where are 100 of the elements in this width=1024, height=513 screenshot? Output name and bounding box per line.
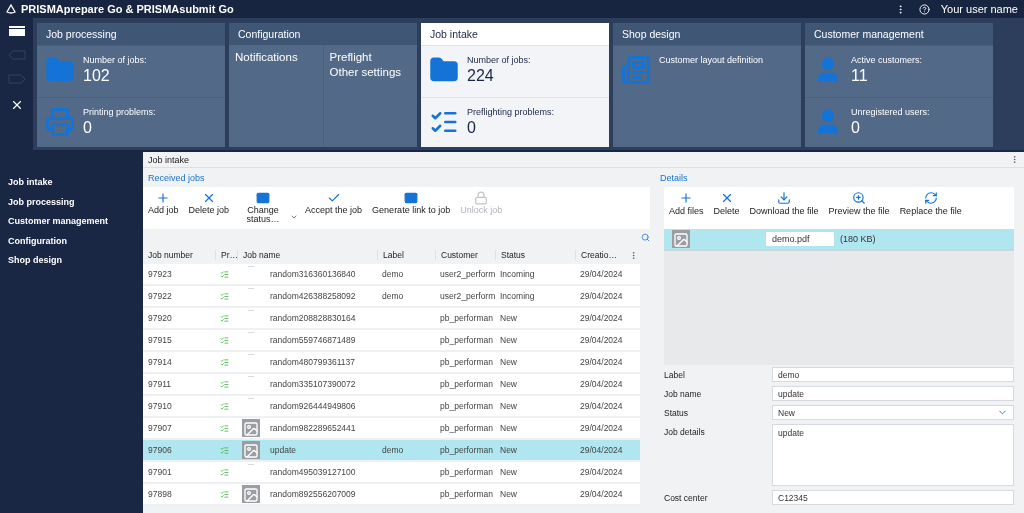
toolbar-button[interactable]: Delete job xyxy=(185,191,233,215)
job-row[interactable]: 97923 random316360136840 demo user2_perform Incoming 29/04/2024 xyxy=(143,264,640,286)
table-cell-text: pb_performan xyxy=(439,379,494,389)
toolbar-button[interactable]: Add files xyxy=(666,191,707,216)
newspaper-icon xyxy=(621,55,651,85)
nav-item[interactable]: Shop design xyxy=(0,254,143,268)
stat-label: Number of jobs: xyxy=(467,55,531,65)
tile-link[interactable]: Notifications xyxy=(235,51,317,63)
toolbar-button[interactable]: Generate link to job xyxy=(369,191,454,215)
table-cell: random892556207009 xyxy=(270,489,356,499)
file-row[interactable]: demo.pdf (180 KB) xyxy=(664,229,1014,251)
preflight-check-icon xyxy=(220,467,229,477)
empty-thumbnail-mark xyxy=(248,376,254,377)
toolbar-button[interactable]: Preview the file xyxy=(825,191,893,216)
job-row[interactable]: 97911 random335107390072 pb_performan New 29/04/2024 xyxy=(143,374,640,396)
empty-thumbnail-mark xyxy=(248,332,254,333)
table-cell-text: pb_performan xyxy=(439,445,494,455)
empty-thumbnail-mark xyxy=(248,288,254,289)
column-header[interactable]: Creatio… xyxy=(575,250,629,260)
table-cell-text: 97911 xyxy=(147,379,172,389)
job-row[interactable]: 97898 random892556207009 pb_performan New 29/04/2024 xyxy=(143,484,640,506)
tile-title: Job intake xyxy=(421,23,609,45)
table-cell: random982289652441 xyxy=(270,423,356,433)
dashboard-tile[interactable]: Shop design Customer layout definition xyxy=(613,23,801,147)
toolbar-button[interactable]: Add job xyxy=(145,191,182,215)
dashboard-tile[interactable]: Job intake Number of jobs: 224 Preflighting problems: 0 xyxy=(421,23,609,147)
table-cell-text: 29/04/2024 xyxy=(579,335,624,345)
preflight-check-icon xyxy=(220,379,229,389)
tile-link[interactable]: Preflight xyxy=(329,51,411,63)
stat-value: 224 xyxy=(467,67,495,85)
toolbar-button[interactable]: Delete xyxy=(710,191,743,216)
job-row[interactable]: 97910 random926444949806 pb_performan New 29/04/2024 xyxy=(143,396,640,418)
dashboard-tile[interactable]: Customer management Active customers: 11 Unregistered users: 0 xyxy=(805,23,993,147)
table-cell-text: 97922 xyxy=(147,291,173,301)
more-icon[interactable] xyxy=(629,250,638,260)
input-field[interactable]: update xyxy=(772,386,1014,401)
job-row[interactable]: 97907 random982289652441 pb_performan New 29/04/2024 xyxy=(143,418,640,440)
table-cell-text: New xyxy=(499,313,518,323)
toolbar-button[interactable]: Replace the file xyxy=(896,191,965,216)
dashboard-tile[interactable]: Job processing Number of jobs: 102 Printing problems: 0 xyxy=(37,23,225,147)
preflight-check-icon xyxy=(220,423,229,433)
select-field[interactable]: New xyxy=(772,405,1014,420)
table-cell-text: 29/04/2024 xyxy=(579,379,624,389)
search-icon[interactable] xyxy=(641,233,650,242)
download-icon xyxy=(777,191,792,205)
table-cell-text: demo xyxy=(381,291,405,301)
column-header[interactable]: Status xyxy=(495,250,575,260)
section-title: Details xyxy=(660,172,688,183)
input-field[interactable]: C12345 xyxy=(772,490,1014,505)
stat-label: Printing problems: xyxy=(83,106,156,117)
toolbar-button[interactable]: Accept the job xyxy=(302,191,366,215)
job-row[interactable]: 97901 random495039127100 pb_performan New 29/04/2024 xyxy=(143,462,640,484)
field-label: Status xyxy=(664,407,690,418)
table-cell: random208828830164 xyxy=(270,313,356,323)
column-header[interactable]: Job number xyxy=(143,250,215,260)
more-icon[interactable] xyxy=(1010,155,1019,164)
table-cell-text: New xyxy=(499,335,518,345)
tile-link[interactable]: Other settings xyxy=(329,66,411,78)
stat-label: Preflighting problems: xyxy=(467,106,555,117)
stat-label: Number of jobs: xyxy=(83,55,147,65)
column-header[interactable]: Pr… xyxy=(215,250,237,260)
nav-item[interactable]: Job processing xyxy=(0,195,143,209)
table-cell-text: New xyxy=(499,401,518,411)
column-header[interactable]: Job name xyxy=(237,250,377,260)
input-field[interactable]: demo xyxy=(772,367,1014,382)
table-cell-text: pb_performan xyxy=(439,335,494,345)
preflight-check-icon xyxy=(220,489,229,499)
tile-title: Shop design xyxy=(613,23,801,45)
text-area[interactable]: update xyxy=(772,424,1014,486)
column-header[interactable]: Customer xyxy=(435,250,495,260)
job-row[interactable]: 97922 random426388258092 demo user2_perform Incoming 29/04/2024 xyxy=(143,286,640,308)
user-name[interactable]: Your user name xyxy=(940,3,1018,15)
table-cell-text: Incoming xyxy=(499,269,536,279)
help-icon[interactable] xyxy=(918,3,930,15)
table-cell-text: 29/04/2024 xyxy=(579,313,624,323)
plus-icon xyxy=(679,191,694,205)
empty-thumbnail-mark xyxy=(248,266,254,267)
toolbar-button[interactable]: Download the file xyxy=(746,191,822,216)
stat-label: Active customers: xyxy=(851,55,923,65)
tiles-icon[interactable] xyxy=(8,26,25,36)
empty-thumbnail-mark xyxy=(248,310,254,311)
caret-icon[interactable] xyxy=(290,213,299,221)
dashboard-tile[interactable]: Configuration Notifications Preflight Other settings xyxy=(229,23,417,147)
job-row[interactable]: 97920 random208828830164 pb_performan New 29/04/2024 xyxy=(143,308,640,330)
table-cell-text: 29/04/2024 xyxy=(579,467,624,477)
section-title: Received jobs xyxy=(148,172,205,183)
nav-item[interactable]: Customer management xyxy=(0,215,143,229)
job-row[interactable]: 97915 random559746871489 pb_performan New 29/04/2024 xyxy=(143,330,640,352)
toolbar-button[interactable]: Change status… xyxy=(236,191,291,224)
job-row[interactable]: 97906 update demo pb_performan New 29/04/2024 xyxy=(143,440,640,462)
table-cell-text: 29/04/2024 xyxy=(579,357,624,367)
file-size: (180 KB) xyxy=(840,234,876,244)
job-row[interactable]: 97914 random480799361137 pb_performan New 29/04/2024 xyxy=(143,352,640,374)
table-cell-text: New xyxy=(499,423,518,433)
table-cell: random480799361137 xyxy=(270,357,355,367)
nav-item[interactable]: Job intake xyxy=(0,176,143,190)
field-label: Label xyxy=(664,369,686,380)
column-header[interactable]: Label xyxy=(377,250,435,260)
table-cell-text: demo xyxy=(381,269,405,279)
nav-item[interactable]: Configuration xyxy=(0,234,143,248)
